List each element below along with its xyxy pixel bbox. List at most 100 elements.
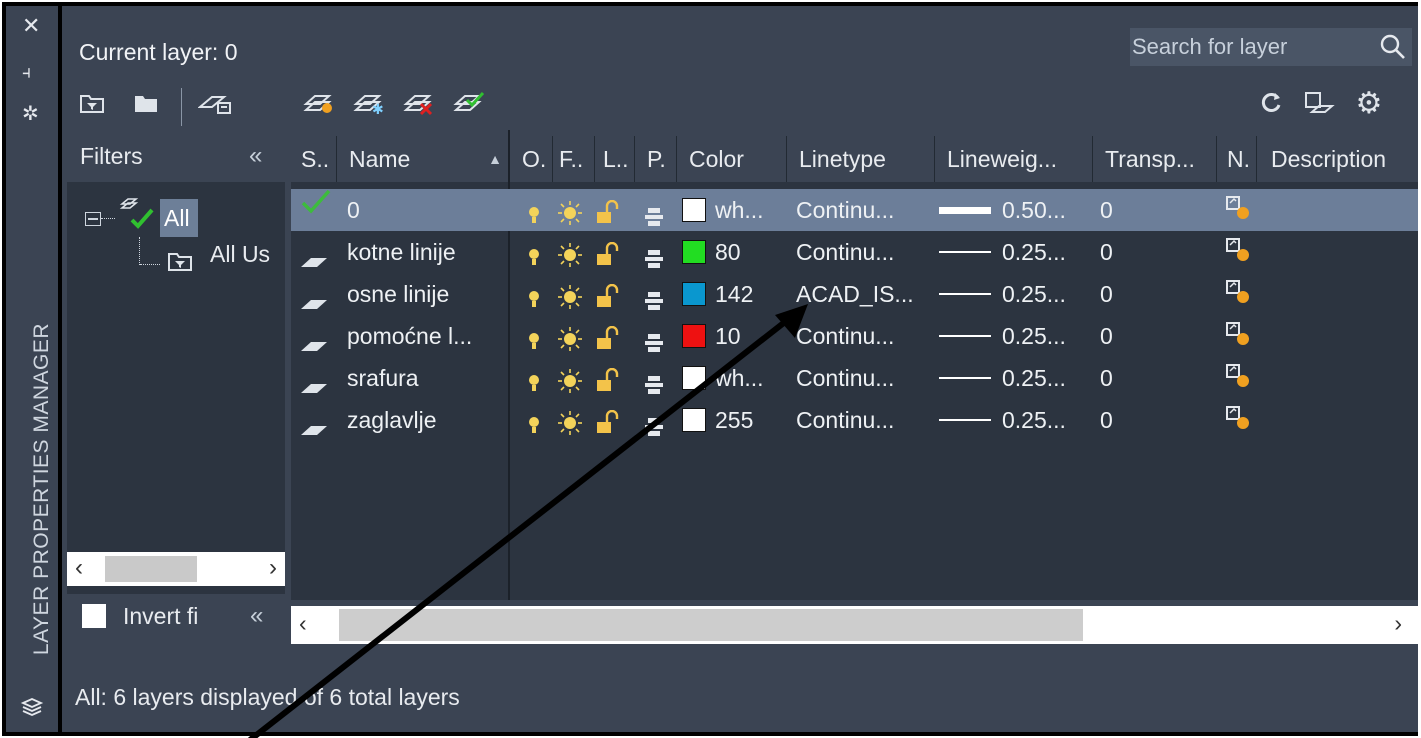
scrollbar-thumb[interactable] xyxy=(339,609,1083,641)
lineweight-value[interactable]: 0.25... xyxy=(1002,315,1092,357)
layer-name[interactable]: 0 xyxy=(347,189,507,231)
color-value[interactable]: 142 xyxy=(715,273,771,315)
layer-icon[interactable] xyxy=(299,313,329,355)
color-swatch[interactable] xyxy=(682,324,706,348)
layer-states-manager-icon[interactable] xyxy=(196,86,236,120)
new-layer-icon[interactable] xyxy=(302,86,336,120)
filters-horizontal-scrollbar[interactable]: ‹ › xyxy=(67,552,285,586)
color-swatch[interactable] xyxy=(682,282,706,306)
collapse-filters-button[interactable]: « xyxy=(249,142,262,170)
color-value[interactable]: 80 xyxy=(715,231,771,273)
new-vp-freeze-icon[interactable] xyxy=(1223,277,1253,319)
new-vp-freeze-icon[interactable] xyxy=(1223,235,1253,277)
transparency-value[interactable]: 0 xyxy=(1100,399,1140,441)
search-input[interactable] xyxy=(1130,28,1372,66)
new-property-filter-icon[interactable] xyxy=(78,86,106,120)
delete-layer-icon[interactable] xyxy=(402,86,436,120)
column-header-description[interactable]: Description xyxy=(1256,136,1418,182)
linetype-value[interactable]: Continu... xyxy=(796,231,934,273)
layer-name[interactable]: kotne linije xyxy=(347,231,507,273)
lineweight-value[interactable]: 0.25... xyxy=(1002,231,1092,273)
tree-item-all-used[interactable]: All Us xyxy=(210,241,285,268)
search-box[interactable] xyxy=(1130,28,1412,66)
color-value[interactable]: wh... xyxy=(715,189,771,231)
lineweight-value[interactable]: 0.25... xyxy=(1002,357,1092,399)
color-swatch[interactable] xyxy=(682,366,706,390)
transparency-value[interactable]: 0 xyxy=(1100,231,1140,273)
collapse-filters-button[interactable]: « xyxy=(250,602,263,630)
layer-row[interactable]: kotne linije 80 Continu... 0.25... 0 xyxy=(291,231,1418,273)
transparency-value[interactable]: 0 xyxy=(1100,273,1140,315)
layer-icon[interactable] xyxy=(299,355,329,397)
plot-icon[interactable] xyxy=(643,409,665,451)
scroll-left-icon[interactable]: ‹ xyxy=(299,610,307,637)
color-value[interactable]: wh... xyxy=(715,357,771,399)
layer-row[interactable]: 0 wh... Continu... 0.50... 0 xyxy=(291,189,1418,231)
new-vp-freeze-icon[interactable] xyxy=(1223,319,1253,361)
column-header-name[interactable]: Name ▲ xyxy=(336,136,508,182)
scrollbar-thumb[interactable] xyxy=(105,556,197,582)
set-current-icon[interactable] xyxy=(452,86,486,120)
linetype-value[interactable]: Continu... xyxy=(796,399,934,441)
palette-title-bar[interactable]: ✕ ⫞ ✲ LAYER PROPERTIES MANAGER xyxy=(6,6,58,732)
pin-icon[interactable]: ⫞ xyxy=(22,62,31,82)
search-icon[interactable] xyxy=(1378,32,1408,67)
column-header-lineweight[interactable]: Lineweig... xyxy=(934,136,1092,182)
column-header-status[interactable]: S.. xyxy=(301,136,335,182)
linetype-value[interactable]: Continu... xyxy=(796,357,934,399)
transparency-value[interactable]: 0 xyxy=(1100,189,1140,231)
current-layer-check-icon[interactable] xyxy=(299,187,333,229)
tree-item-all[interactable]: All xyxy=(160,199,198,237)
new-layer-vp-frozen-icon[interactable]: ✱ xyxy=(352,86,386,120)
layer-icon[interactable] xyxy=(299,397,329,439)
column-header-color[interactable]: Color xyxy=(676,136,786,182)
transparency-value[interactable]: 0 xyxy=(1100,357,1140,399)
color-swatch[interactable] xyxy=(682,408,706,432)
color-swatch[interactable] xyxy=(682,198,706,222)
color-value[interactable]: 255 xyxy=(715,399,771,441)
layer-row[interactable]: pomoćne l... 10 Continu... 0.25... 0 xyxy=(291,315,1418,357)
freeze-sun-icon[interactable] xyxy=(557,407,583,449)
column-header-on[interactable]: O. xyxy=(522,136,552,182)
properties-icon[interactable]: ✲ xyxy=(22,104,39,124)
column-header-lock[interactable]: L.. xyxy=(594,136,634,182)
lock-open-icon[interactable] xyxy=(595,407,619,449)
linetype-value[interactable]: Continu... xyxy=(796,189,934,231)
color-value[interactable]: 10 xyxy=(715,315,771,357)
gear-icon[interactable]: ⚙ xyxy=(1352,86,1386,120)
new-vp-freeze-icon[interactable] xyxy=(1223,193,1253,235)
color-swatch[interactable] xyxy=(682,240,706,264)
lineweight-value[interactable]: 0.25... xyxy=(1002,399,1092,441)
scroll-left-icon[interactable]: ‹ xyxy=(75,554,83,582)
layer-row[interactable]: osne linije 142 ACAD_IS... 0.25... 0 xyxy=(291,273,1418,315)
layer-row[interactable]: srafura wh... Continu... 0.25... 0 xyxy=(291,357,1418,399)
column-header-transparency[interactable]: Transp... xyxy=(1092,136,1216,182)
layer-name[interactable]: osne linije xyxy=(347,273,507,315)
layer-name[interactable]: pomoćne l... xyxy=(347,315,507,357)
scroll-right-icon[interactable]: › xyxy=(269,554,277,582)
lineweight-value[interactable]: 0.50... xyxy=(1002,189,1092,231)
tree-collapse-toggle[interactable] xyxy=(85,212,101,226)
column-header-new-vp-freeze[interactable]: N. xyxy=(1216,136,1256,182)
layers-horizontal-scrollbar[interactable]: ‹ › xyxy=(291,606,1418,644)
column-header-linetype[interactable]: Linetype xyxy=(786,136,934,182)
new-group-filter-icon[interactable] xyxy=(132,86,160,120)
linetype-value[interactable]: ACAD_IS... xyxy=(796,273,934,315)
layer-name[interactable]: srafura xyxy=(347,357,507,399)
lineweight-value[interactable]: 0.25... xyxy=(1002,273,1092,315)
new-vp-freeze-icon[interactable] xyxy=(1223,361,1253,403)
close-icon[interactable]: ✕ xyxy=(22,15,40,37)
invert-filter-checkbox[interactable] xyxy=(82,604,106,628)
layer-settings-icon[interactable] xyxy=(1302,86,1336,120)
column-header-plot[interactable]: P. xyxy=(634,136,676,182)
layer-icon[interactable] xyxy=(299,229,329,271)
layer-name[interactable]: zaglavlje xyxy=(347,399,507,441)
refresh-icon[interactable] xyxy=(1256,86,1286,120)
on-off-bulb-icon[interactable] xyxy=(526,408,542,450)
scroll-right-icon[interactable]: › xyxy=(1394,610,1402,637)
linetype-value[interactable]: Continu... xyxy=(796,315,934,357)
new-vp-freeze-icon[interactable] xyxy=(1223,403,1253,445)
layer-icon[interactable] xyxy=(299,271,329,313)
transparency-value[interactable]: 0 xyxy=(1100,315,1140,357)
column-header-freeze[interactable]: F.. xyxy=(552,136,594,182)
